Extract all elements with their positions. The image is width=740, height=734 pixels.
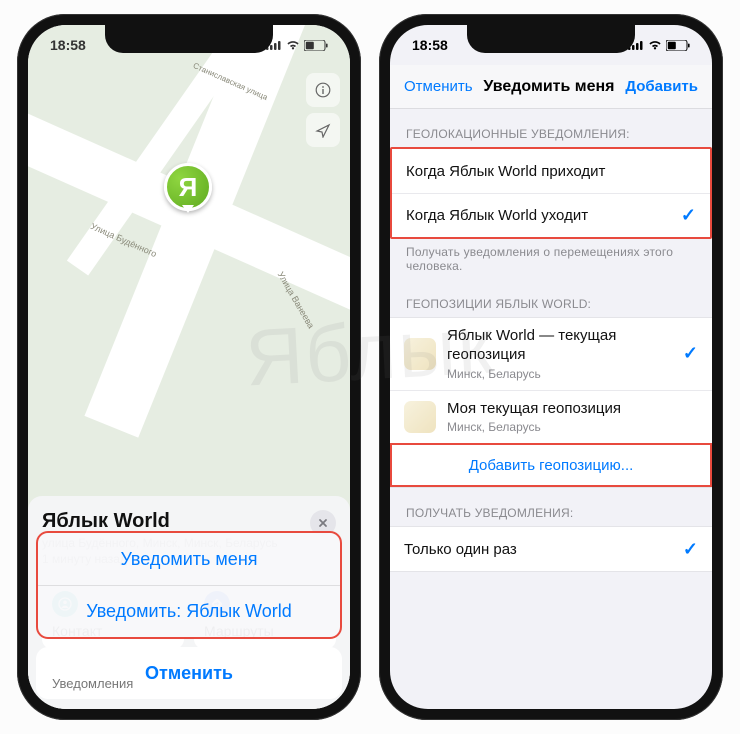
add-location-button[interactable]: Добавить геопозицию... — [390, 443, 712, 487]
notifications-label-peek: Уведомления — [52, 676, 133, 691]
row-label: Моя текущая геопозиция — [447, 400, 698, 419]
nav-bar: Отменить Уведомить меня Добавить — [390, 65, 712, 109]
cancel-button[interactable]: Отменить — [36, 647, 342, 699]
checkmark-icon: ✓ — [683, 343, 698, 364]
nav-add-button[interactable]: Добавить — [625, 78, 698, 95]
row-when-leaves[interactable]: Когда Яблык World уходит ✓ — [392, 193, 710, 237]
action-sheet: Уведомить меня Уведомить: Яблык World Ув… — [36, 531, 342, 699]
phone-right: 18:58 Отменить Уведомить меня Добавить Г… — [379, 14, 723, 720]
section-header: ПОЛУЧАТЬ УВЕДОМЛЕНИЯ: — [390, 488, 712, 526]
location-arrow-icon — [315, 122, 331, 138]
battery-icon — [304, 40, 328, 51]
checkmark-icon: ✓ — [681, 205, 696, 226]
status-time: 18:58 — [50, 37, 86, 53]
row-location-other[interactable]: Яблык World — текущая геопозиция Минск, … — [390, 318, 712, 390]
map-info-button[interactable] — [306, 73, 340, 107]
close-icon — [318, 518, 328, 528]
notch — [105, 25, 273, 53]
wifi-icon — [648, 40, 662, 50]
settings-content[interactable]: ГЕОЛОКАЦИОННЫЕ УВЕДОМЛЕНИЯ: Когда Яблык … — [390, 109, 712, 709]
location-thumb-icon — [404, 401, 436, 433]
nav-cancel-button[interactable]: Отменить — [404, 78, 473, 95]
section-footer: Получать уведомления о перемещениях этог… — [390, 239, 712, 279]
notify-other-button[interactable]: Уведомить: Яблык World — [38, 585, 340, 637]
notch — [467, 25, 635, 53]
sheet-title: Яблык World — [42, 510, 336, 533]
row-sublabel: Минск, Беларусь — [447, 367, 683, 381]
notify-me-button[interactable]: Уведомить меня — [38, 533, 340, 585]
row-when-arrives[interactable]: Когда Яблык World приходит — [392, 149, 710, 193]
row-location-mine[interactable]: Моя текущая геопозиция Минск, Беларусь — [390, 390, 712, 444]
section-header: ГЕОПОЗИЦИИ ЯБЛЫК WORLD: — [390, 279, 712, 317]
row-label: Яблык World — текущая геопозиция — [447, 327, 683, 365]
row-sublabel: Минск, Беларусь — [447, 420, 698, 434]
wifi-icon — [286, 40, 300, 50]
frequency-list: Только один раз ✓ — [390, 526, 712, 572]
section-header: ГЕОЛОКАЦИОННЫЕ УВЕДОМЛЕНИЯ: — [390, 109, 712, 147]
map-locate-button[interactable] — [306, 113, 340, 147]
pin-letter: Я — [179, 172, 198, 203]
location-thumb-icon — [404, 338, 436, 370]
checkmark-icon: ✓ — [683, 539, 698, 560]
row-label: Только один раз — [404, 541, 517, 558]
nav-title: Уведомить меня — [483, 78, 614, 96]
status-time: 18:58 — [412, 37, 448, 53]
locations-list: Яблык World — текущая геопозиция Минск, … — [390, 317, 712, 488]
row-label: Когда Яблык World приходит — [406, 163, 605, 180]
battery-icon — [666, 40, 690, 51]
when-list: Когда Яблык World приходит Когда Яблык W… — [390, 147, 712, 239]
info-icon — [315, 82, 331, 98]
location-pin[interactable]: Я — [164, 163, 212, 211]
phone-left: 18:58 Улица Будённого Станиславская улиц… — [17, 14, 361, 720]
row-only-once[interactable]: Только один раз ✓ — [390, 527, 712, 571]
row-label: Когда Яблык World уходит — [406, 207, 588, 224]
